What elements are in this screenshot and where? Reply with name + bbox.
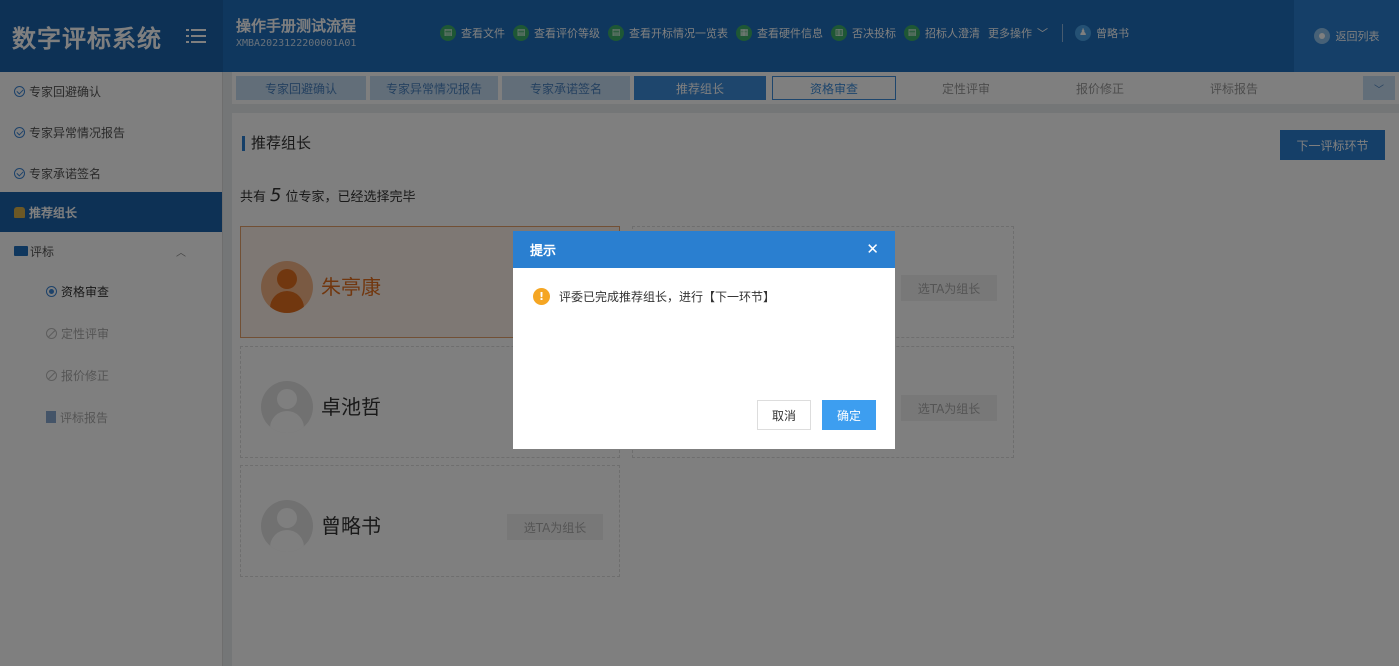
dialog-header: 提示 ✕ — [513, 231, 895, 268]
confirm-button[interactable]: 确定 — [822, 400, 876, 430]
cancel-button[interactable]: 取消 — [757, 400, 811, 430]
warning-icon: ! — [533, 288, 550, 305]
close-icon[interactable]: ✕ — [866, 242, 879, 257]
prompt-dialog: 提示 ✕ ! 评委已完成推荐组长，进行【下一环节】 取消 确定 — [513, 231, 895, 449]
dialog-message: ! 评委已完成推荐组长，进行【下一环节】 — [533, 288, 775, 305]
dialog-title: 提示 — [530, 244, 557, 259]
